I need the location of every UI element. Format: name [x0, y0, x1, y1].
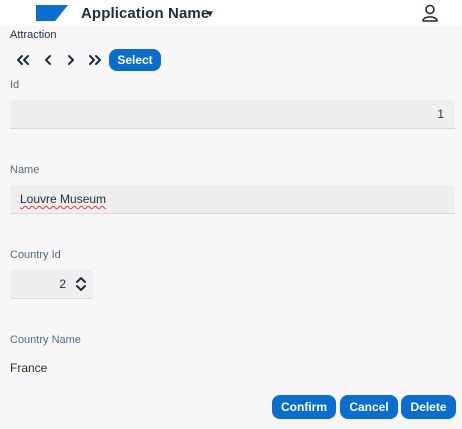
up-down-chevron-icon[interactable] [74, 276, 88, 292]
chevron-right-icon [68, 55, 74, 65]
triangle-down-icon[interactable]: ▼ [205, 9, 215, 20]
app-title[interactable]: Application Name [81, 5, 209, 22]
delete-button[interactable]: Delete [401, 395, 456, 419]
first-record-button[interactable] [14, 50, 32, 70]
last-record-button[interactable] [86, 50, 104, 70]
country-name-label: Country Name [10, 334, 81, 346]
country-name-value: France [10, 361, 48, 375]
company-logo[interactable] [36, 5, 68, 21]
double-chevron-left-icon [17, 55, 29, 65]
name-field-value: Louvre Museum [20, 192, 107, 206]
confirm-button[interactable]: Confirm [272, 395, 336, 419]
country-id-label: Country Id [10, 249, 61, 261]
shell-bar: Application Name ▼ [0, 0, 462, 26]
section-title: Attraction [10, 29, 57, 41]
select-button[interactable]: Select [109, 49, 161, 71]
country-id-stepper[interactable]: 2 [10, 270, 93, 299]
id-field[interactable]: 1 [10, 100, 455, 129]
chevron-left-icon [45, 55, 51, 65]
id-label: Id [10, 79, 20, 91]
country-id-value: 2 [59, 277, 66, 291]
double-chevron-right-icon [89, 55, 101, 65]
cancel-button[interactable]: Cancel [340, 395, 398, 419]
name-field[interactable]: Louvre Museum [10, 185, 455, 214]
person-icon[interactable] [420, 3, 440, 23]
next-record-button[interactable] [62, 50, 80, 70]
name-label: Name [10, 164, 40, 176]
previous-record-button[interactable] [39, 50, 57, 70]
